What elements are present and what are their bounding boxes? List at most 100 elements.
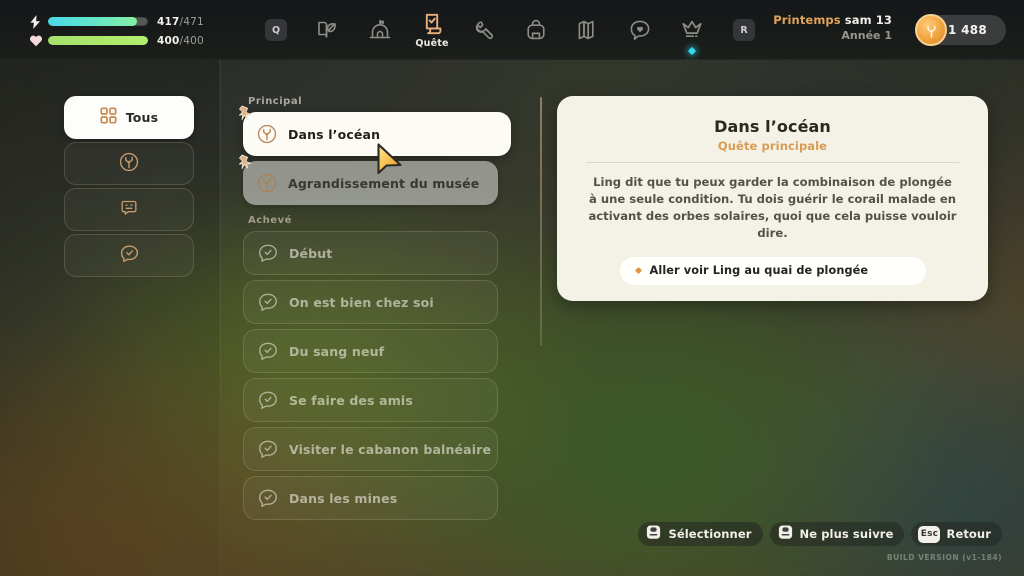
nav-quest-label: Quête: [415, 38, 449, 49]
hint-select[interactable]: Sélectionner: [638, 522, 763, 546]
hint-back-label: Retour: [946, 527, 991, 541]
bubble-face-icon: [119, 198, 139, 222]
quest-detail-panel: Dans l’océan Quête principale Ling dit q…: [557, 96, 988, 301]
backpack-icon: [523, 17, 549, 43]
quest-row-du-sang-neuf[interactable]: Du sang neuf: [243, 329, 498, 373]
nav-rewards[interactable]: [666, 0, 718, 60]
quest-row-visiter-le-cabanon-balneaire[interactable]: Visiter le cabanon balnéaire: [243, 427, 498, 471]
season-label: Printemps: [773, 13, 841, 27]
nav-town[interactable]: [354, 0, 406, 60]
map-icon: [575, 17, 601, 43]
bubble-check-icon: [257, 340, 279, 362]
hint-untrack[interactable]: Ne plus suivre: [769, 522, 905, 546]
quest-title: Début: [289, 245, 333, 261]
nav-relationships[interactable]: [614, 0, 666, 60]
panel-divider: [219, 60, 221, 576]
player-stats: 417/471 400/400: [28, 14, 218, 52]
filter-rail: Tous: [64, 96, 194, 280]
filter-completed-button[interactable]: [64, 234, 194, 277]
energy-bar: [48, 17, 148, 26]
nav-bar: Q Quête R: [250, 0, 770, 60]
quest-title: Dans les mines: [289, 490, 398, 506]
bubble-check-icon: [257, 487, 279, 509]
grid-icon: [100, 107, 117, 128]
energy-bar-fill: [48, 17, 137, 26]
quest-detail-subtitle: Quête principale: [717, 139, 828, 153]
scroll-check-icon: [419, 11, 445, 37]
key-r-label: R: [733, 19, 755, 41]
top-bar: 417/471 400/400 Q Quête R Printemps sam …: [0, 0, 1024, 60]
heart-bubble-icon: [627, 17, 653, 43]
objective-bullet-icon: [634, 267, 642, 275]
quest-objective-item[interactable]: Aller voir Ling au quai de plongée: [619, 256, 926, 285]
mouse-cursor: [376, 142, 410, 180]
nav-inventory[interactable]: [510, 0, 562, 60]
health-stat: 400/400: [28, 33, 218, 48]
hint-back[interactable]: Esc Retour: [911, 522, 1002, 546]
bubble-check-icon: [257, 291, 279, 313]
nav-map[interactable]: [562, 0, 614, 60]
lightning-icon: [28, 14, 43, 29]
filter-all-button[interactable]: Tous: [64, 96, 194, 139]
currency-amount: 1 488: [948, 23, 988, 37]
group-label-principal: Principal: [248, 96, 302, 107]
energy-max: 471: [183, 15, 204, 28]
quest-row-on-est-bien-chez-soi[interactable]: On est bien chez soi: [243, 280, 498, 324]
bubble-check-icon: [257, 438, 279, 460]
coral-icon: [256, 172, 278, 194]
quest-objective-text: Aller voir Ling au quai de plongée: [649, 264, 869, 278]
quest-row-agrandissement-du-musee[interactable]: Agrandissement du musée: [238, 154, 498, 205]
heart-icon: [28, 33, 43, 48]
health-max: 400: [183, 34, 204, 47]
quest-detail-description: Ling dit que tu peux garder la combinais…: [588, 175, 957, 241]
quest-row-se-faire-des-amis[interactable]: Se faire des amis: [243, 378, 498, 422]
book-leaf-icon: [315, 17, 341, 43]
key-q-label: Q: [265, 19, 287, 41]
year-label: Année 1: [841, 29, 892, 42]
day-label: sam 13: [844, 13, 892, 27]
date-display: Printemps sam 13 Année 1: [773, 13, 892, 42]
quest-title: On est bien chez soi: [289, 294, 434, 310]
filter-dialogue-button[interactable]: [64, 188, 194, 231]
divider: [586, 162, 959, 163]
pin-star-icon: [238, 152, 258, 171]
health-bar: [48, 36, 148, 45]
quest-row-debut[interactable]: Début: [243, 231, 498, 275]
energy-value: 417/471: [157, 15, 204, 28]
hint-select-label: Sélectionner: [668, 527, 752, 541]
group-label-acheve: Achevé: [248, 215, 292, 226]
quest-title: Visiter le cabanon balnéaire: [289, 441, 492, 457]
quest-row-dans-les-mines[interactable]: Dans les mines: [243, 476, 498, 520]
energy-stat: 417/471: [28, 14, 218, 29]
filter-all-label: Tous: [125, 110, 159, 125]
date-line: Printemps sam 13: [773, 13, 892, 27]
quest-title: Dans l’océan: [288, 126, 381, 142]
filter-main-button[interactable]: [64, 142, 194, 185]
quest-title: Du sang neuf: [289, 343, 385, 359]
quest-detail-title: Dans l’océan: [714, 117, 831, 136]
nav-quest[interactable]: Quête: [406, 0, 458, 60]
bubble-check-icon: [257, 242, 279, 264]
wrench-icon: [471, 17, 497, 43]
currency-display: 1 488: [915, 14, 1006, 46]
quest-list-scrollbar[interactable]: [540, 97, 542, 346]
coral-icon: [256, 123, 278, 145]
key-hint-q: Q: [250, 0, 302, 60]
nav-tools[interactable]: [458, 0, 510, 60]
health-current: 400: [157, 34, 180, 47]
crown-icon: [679, 17, 705, 43]
coral-icon: [118, 151, 140, 177]
bubble-check-icon: [257, 389, 279, 411]
key-hint-r: R: [718, 0, 770, 60]
health-value: 400/400: [157, 34, 204, 47]
coral-coin-icon: [915, 14, 947, 46]
building-flag-icon: [367, 17, 393, 43]
pin-star-icon: [238, 103, 258, 122]
energy-current: 417: [157, 15, 180, 28]
nav-journal[interactable]: [302, 0, 354, 60]
footer-hints: Sélectionner Ne plus suivre Esc Retour: [638, 522, 1002, 546]
mouse-click-icon: [645, 524, 662, 545]
notification-dot: [687, 46, 697, 56]
build-version-label: BUILD VERSION (v1-184): [886, 553, 1002, 562]
esc-key-icon: Esc: [918, 525, 941, 543]
